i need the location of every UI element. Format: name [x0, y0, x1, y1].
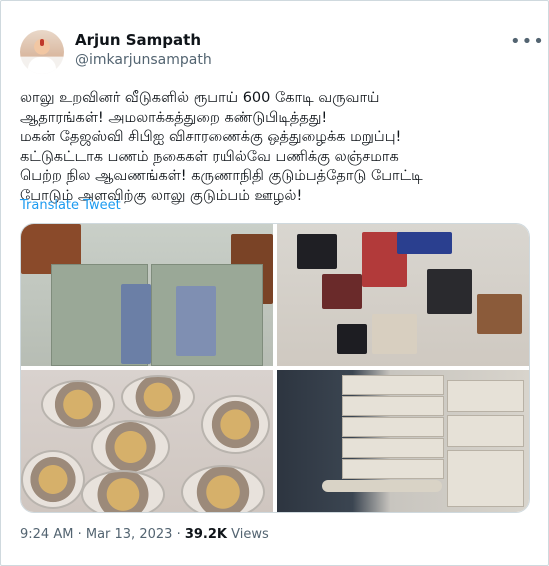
author-handle[interactable]: @imkarjunsampath — [75, 52, 212, 68]
photo-detail — [342, 396, 444, 416]
photo-detail — [427, 269, 472, 314]
meta-separator: · — [77, 527, 82, 542]
photo-cash-stacks[interactable] — [277, 370, 529, 512]
tweet-text: லாலு உறவினர் வீடுகளில் ரூபாய் 600 கோடி வ… — [20, 89, 530, 206]
photo-detail — [397, 232, 452, 254]
more-options-icon[interactable]: ••• — [510, 31, 545, 52]
translate-tweet-link[interactable]: Translate Tweet — [20, 198, 121, 213]
views-count: 39.2K — [184, 527, 227, 542]
tweet-line: பெற்ற நில ஆவணங்கள்! கருணாநிதி குடும்பத்த… — [20, 168, 423, 184]
tweet-meta: 9:24 AM · Mar 13, 2023 · 39.2K Views — [20, 527, 269, 542]
photo-detail — [342, 375, 444, 395]
photo-detail — [337, 324, 367, 354]
photo-detail — [181, 465, 265, 512]
photo-detail — [121, 375, 195, 419]
photo-gold-plates[interactable] — [21, 370, 273, 512]
photo-detail — [342, 459, 444, 479]
photo-detail — [447, 415, 524, 447]
author-avatar[interactable] — [20, 30, 64, 74]
photo-detail — [447, 380, 524, 412]
photo-detail — [447, 450, 524, 507]
photo-detail — [297, 234, 337, 269]
meta-separator: · — [176, 527, 181, 542]
tweet-card: Arjun Sampath @imkarjunsampath ••• லாலு … — [0, 0, 549, 566]
photo-detail — [322, 480, 442, 492]
photo-detail — [121, 284, 151, 364]
tweet-time[interactable]: 9:24 AM — [20, 527, 73, 542]
tweet-line: மகன் தேஜஸ்வி சிபிஐ விசாரணைக்கு ஒத்துழைக்… — [20, 129, 402, 145]
avatar-detail — [28, 57, 56, 74]
photo-detail — [477, 294, 522, 334]
photo-detail — [41, 380, 115, 429]
tweet-line: ஆதாரங்கள்! அமலாக்கத்துறை கண்டுபிடித்தது! — [20, 109, 328, 126]
media-grid — [20, 223, 530, 513]
photo-detail — [322, 274, 362, 309]
avatar-detail — [40, 39, 44, 46]
photo-cash-bed[interactable] — [21, 224, 273, 366]
author-name[interactable]: Arjun Sampath — [75, 31, 201, 49]
photo-detail — [342, 417, 444, 437]
photo-detail — [91, 420, 170, 474]
tweet-date[interactable]: Mar 13, 2023 — [86, 527, 173, 542]
photo-detail — [201, 395, 270, 454]
views-label: Views — [231, 527, 269, 542]
tweet-line: கட்டுகட்டாக பணம் நகைகள் ரயில்வே பணிக்கு … — [20, 148, 399, 165]
tweet-line: லாலு உறவினர் வீடுகளில் ரூபாய் 600 கோடி வ… — [20, 90, 380, 106]
photo-detail — [342, 438, 444, 458]
photo-detail — [81, 470, 165, 512]
photo-detail — [372, 314, 417, 354]
photo-detail — [176, 286, 216, 356]
photo-jewellery-boxes[interactable] — [277, 224, 529, 366]
photo-detail — [21, 450, 85, 509]
